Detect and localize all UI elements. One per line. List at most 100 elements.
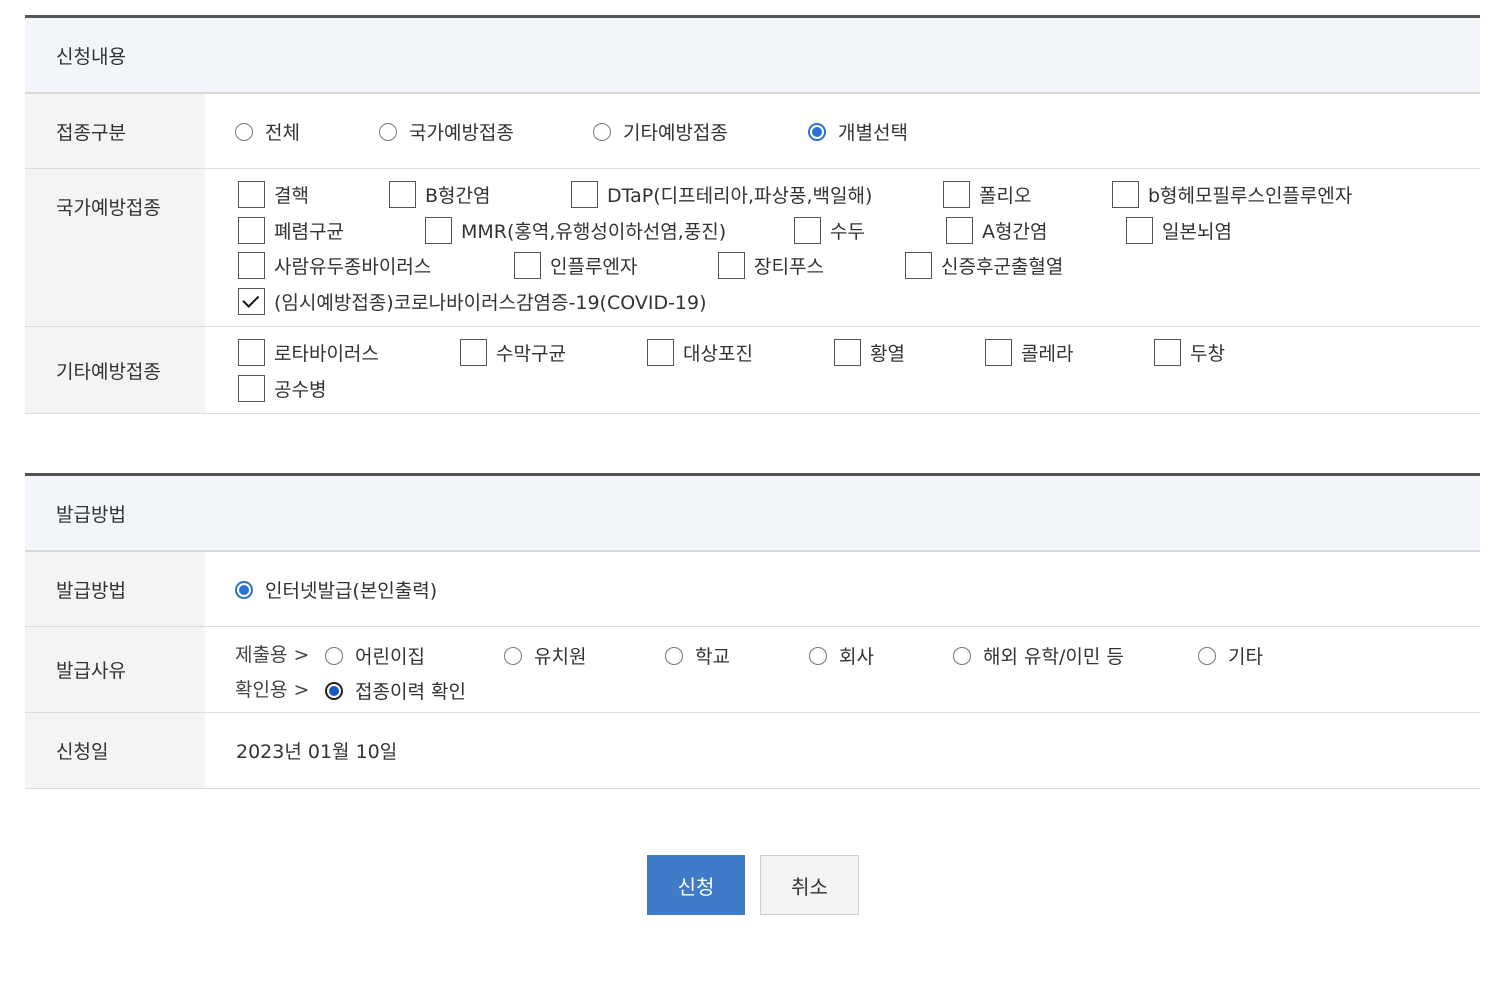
radio-icon[interactable]	[809, 646, 827, 665]
section-title-text: 신청내용	[56, 45, 126, 68]
vaccine-section-title: 신청내용	[25, 15, 1480, 92]
reason-option-company[interactable]: 회사	[809, 642, 874, 669]
checkbox-icon[interactable]	[985, 339, 1012, 366]
type-option-other[interactable]: 기타예방접종	[593, 118, 728, 145]
reason-option-overseas[interactable]: 해외 유학/이민 등	[953, 642, 1124, 669]
confirm-prefix: 확인용 >	[235, 679, 310, 701]
submit-button[interactable]: 신청	[647, 855, 745, 915]
reason-option-other[interactable]: 기타	[1198, 642, 1263, 669]
checkbox-icon[interactable]	[647, 339, 674, 366]
national-item-varicella[interactable]: 수두	[794, 217, 865, 244]
radio-checked-icon[interactable]	[808, 122, 826, 141]
national-item-hpv[interactable]: 사람유두종바이러스	[238, 252, 431, 279]
checkbox-label: 장티푸스	[754, 256, 824, 278]
reason-option-label: 접종이력 확인	[355, 681, 466, 703]
national-item-mmr[interactable]: MMR(홍역,유행성이하선염,풍진)	[425, 217, 726, 244]
checkbox-icon[interactable]	[946, 217, 973, 244]
other-item-smallpox[interactable]: 두창	[1154, 339, 1225, 366]
other-item-rabies[interactable]: 공수병	[238, 375, 326, 402]
radio-icon[interactable]	[593, 122, 611, 141]
method-option-label: 인터넷발급(본인출력)	[265, 580, 438, 602]
checkbox-icon[interactable]	[571, 181, 598, 208]
radio-icon[interactable]	[665, 646, 683, 665]
national-item-covid19[interactable]: (임시예방접종)코로나바이러스감염증-19(COVID-19)	[238, 288, 707, 315]
national-item-hib[interactable]: b형헤모필루스인플루엔자	[1112, 181, 1352, 208]
radio-icon[interactable]	[235, 122, 253, 141]
national-item-typhoid[interactable]: 장티푸스	[718, 252, 824, 279]
checkbox-icon[interactable]	[389, 181, 416, 208]
checkbox-label: 콜레라	[1021, 343, 1074, 365]
other-item-zoster[interactable]: 대상포진	[647, 339, 753, 366]
checkbox-icon[interactable]	[794, 217, 821, 244]
national-item-hepb[interactable]: B형간염	[389, 181, 490, 208]
radio-icon[interactable]	[1198, 646, 1216, 665]
other-vaccine-label-text: 기타예방접종	[56, 360, 161, 383]
other-item-rotavirus[interactable]: 로타바이러스	[238, 339, 379, 366]
checkbox-icon[interactable]	[238, 217, 265, 244]
national-item-pcv[interactable]: 폐렴구균	[238, 217, 344, 244]
vaccine-type-options: 전체 국가예방접종 기타예방접종 개별선택	[205, 94, 1480, 168]
other-item-cholera[interactable]: 콜레라	[985, 339, 1073, 366]
checkbox-icon[interactable]	[943, 181, 970, 208]
checkbox-label: 수막구균	[496, 343, 566, 365]
reason-option-school[interactable]: 학교	[665, 642, 730, 669]
reason-option-kindergarten[interactable]: 유치원	[504, 642, 586, 669]
checkbox-icon[interactable]	[1154, 339, 1181, 366]
national-item-hfrs[interactable]: 신증후군출혈열	[905, 252, 1063, 279]
other-vaccine-options: 로타바이러스 수막구균 대상포진 황열 콜레라 두창 공수병	[205, 327, 1480, 413]
checkbox-icon[interactable]	[834, 339, 861, 366]
checkbox-icon[interactable]	[1126, 217, 1153, 244]
national-item-polio[interactable]: 폴리오	[943, 181, 1031, 208]
checkbox-icon[interactable]	[460, 339, 487, 366]
checkbox-icon[interactable]	[514, 252, 541, 279]
cancel-button[interactable]: 취소	[760, 855, 859, 915]
issue-method-options: 인터넷발급(본인출력)	[205, 552, 1480, 626]
apply-date-label: 신청일	[25, 713, 205, 788]
issue-reason-row: 발급사유 제출용 > 어린이집 유치원 학교 회사 해외 유학/이민 등 기타 …	[25, 626, 1480, 712]
checkbox-label: 로타바이러스	[274, 343, 379, 365]
national-item-hepa[interactable]: A형간염	[946, 217, 1047, 244]
reason-option-label: 어린이집	[355, 646, 425, 668]
checkbox-label: 공수병	[274, 379, 327, 401]
checkbox-label: 인플루엔자	[550, 256, 638, 278]
checkbox-icon[interactable]	[425, 217, 452, 244]
reason-option-label: 해외 유학/이민 등	[983, 646, 1124, 668]
national-item-dtap[interactable]: DTaP(디프테리아,파상풍,백일해)	[571, 181, 872, 208]
national-vaccine-label: 국가예방접종	[25, 169, 205, 326]
issue-section: 발급방법 발급방법 인터넷발급(본인출력) 발급사유 제출용 > 어린이집 유치…	[25, 473, 1480, 789]
checkbox-label: b형헤모필루스인플루엔자	[1148, 185, 1353, 207]
radio-icon[interactable]	[504, 646, 522, 665]
national-item-influenza[interactable]: 인플루엔자	[514, 252, 637, 279]
checkbox-icon[interactable]	[238, 181, 265, 208]
radio-checked-icon[interactable]	[235, 580, 253, 599]
radio-icon[interactable]	[325, 646, 343, 665]
radio-icon[interactable]	[379, 122, 397, 141]
radio-checked-icon[interactable]	[325, 681, 343, 700]
national-item-bcg[interactable]: 결핵	[238, 181, 309, 208]
section-title-text: 발급방법	[56, 503, 126, 526]
issue-method-label-text: 발급방법	[56, 579, 126, 602]
national-item-je[interactable]: 일본뇌염	[1126, 217, 1232, 244]
checkbox-icon[interactable]	[905, 252, 932, 279]
checkbox-label: B형간염	[425, 185, 491, 207]
other-vaccine-row: 기타예방접종 로타바이러스 수막구균 대상포진 황열 콜레라 두창 공수병	[25, 326, 1480, 414]
other-item-meningococcal[interactable]: 수막구균	[460, 339, 566, 366]
checkbox-label: 일본뇌염	[1162, 221, 1232, 243]
checkbox-checked-icon[interactable]	[238, 288, 265, 315]
checkbox-icon[interactable]	[718, 252, 745, 279]
issue-method-row: 발급방법 인터넷발급(본인출력)	[25, 550, 1480, 626]
type-option-label: 전체	[265, 122, 300, 144]
checkbox-icon[interactable]	[238, 375, 265, 402]
checkbox-icon[interactable]	[1112, 181, 1139, 208]
checkbox-icon[interactable]	[238, 339, 265, 366]
checkbox-label: 폐렴구균	[274, 221, 344, 243]
type-option-all[interactable]: 전체	[235, 118, 300, 145]
type-option-individual[interactable]: 개별선택	[808, 118, 908, 145]
reason-option-daycare[interactable]: 어린이집	[325, 642, 425, 669]
radio-icon[interactable]	[953, 646, 971, 665]
type-option-national[interactable]: 국가예방접종	[379, 118, 514, 145]
reason-option-history[interactable]: 접종이력 확인	[325, 677, 466, 704]
other-item-yellow-fever[interactable]: 황열	[834, 339, 905, 366]
checkbox-icon[interactable]	[238, 252, 265, 279]
method-option-internet[interactable]: 인터넷발급(본인출력)	[235, 576, 437, 603]
